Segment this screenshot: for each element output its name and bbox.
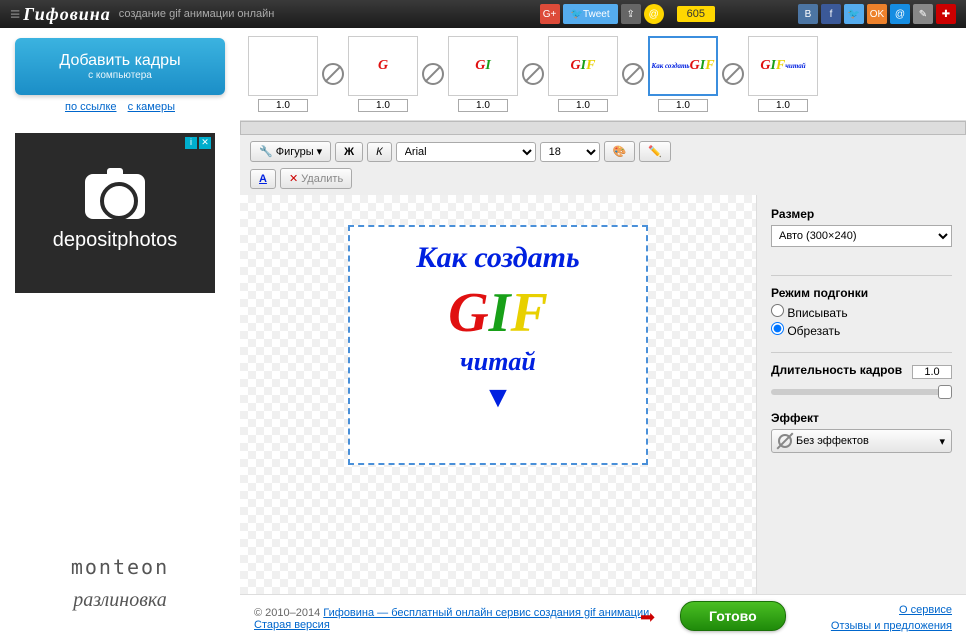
frame-transition-icon[interactable] <box>522 63 544 85</box>
header: Гифовина создание gif анимации онлайн G+… <box>0 0 966 28</box>
counter-badge: 605 <box>677 6 715 22</box>
fill-color-button[interactable]: 🎨 <box>604 141 636 162</box>
settings-panel: Размер Авто (300×240) Режим подгонки Впи… <box>756 195 966 594</box>
about-link[interactable]: О сервисе <box>899 604 952 616</box>
gplus-icon[interactable]: G+ <box>540 4 560 24</box>
canvas[interactable]: Как создать GIF читай ▼ <box>348 225 648 465</box>
feedback-link[interactable]: Отзывы и предложения <box>831 620 952 632</box>
facebook-icon[interactable]: f <box>821 4 841 24</box>
ok-icon[interactable]: OK <box>867 4 887 24</box>
frame-transition-icon[interactable] <box>722 63 744 85</box>
size-label: Размер <box>771 207 952 221</box>
frame-transition-icon[interactable] <box>422 63 444 85</box>
duration-label: Длительность кадров <box>771 363 902 377</box>
canvas-text-line3[interactable]: читай <box>360 347 636 377</box>
frame-duration-input[interactable] <box>258 99 308 112</box>
lj-icon[interactable]: ✎ <box>913 4 933 24</box>
frame-transition-icon[interactable] <box>322 63 344 85</box>
add-from-camera-link[interactable]: с камеры <box>128 101 175 113</box>
frame-duration-input[interactable] <box>658 99 708 112</box>
frames-scrollbar[interactable] <box>240 121 966 135</box>
ad-close-icon[interactable]: ✕ <box>199 137 211 149</box>
canvas-area[interactable]: Как создать GIF читай ▼ <box>240 195 756 594</box>
delete-button[interactable]: ✕ Удалить <box>280 168 352 189</box>
frame-4[interactable]: Как создатьGIF <box>648 36 718 112</box>
done-button[interactable]: Готово <box>680 601 786 631</box>
toolbar: 🔧 Фигуры ▾ Ж К Arial 18 🎨 ✏️ <box>240 135 966 168</box>
bookmark-icon[interactable]: ✚ <box>936 4 956 24</box>
add-sublinks: по ссылке с камеры <box>15 101 225 113</box>
italic-button[interactable]: К <box>367 142 391 162</box>
bold-button[interactable]: Ж <box>335 142 363 162</box>
red-arrow-icon: ➡ <box>640 607 655 628</box>
font-select[interactable]: Arial <box>396 142 536 162</box>
no-effect-icon <box>778 434 792 448</box>
frame-duration-input[interactable] <box>458 99 508 112</box>
donate-icon[interactable]: @ <box>644 4 664 24</box>
vk-icon[interactable]: B <box>798 4 818 24</box>
share-icon[interactable]: ⇪ <box>621 4 641 24</box>
camera-icon <box>85 174 145 219</box>
brand-razlinovka[interactable]: разлиновка <box>15 589 225 612</box>
frame-transition-icon[interactable] <box>622 63 644 85</box>
tweet-button[interactable]: 🐦 Tweet <box>563 4 618 24</box>
frame-duration-input[interactable] <box>358 99 408 112</box>
text-color-button[interactable]: A <box>250 169 276 189</box>
old-version-link[interactable]: Старая версия <box>254 619 330 631</box>
size-select[interactable]: 18 <box>540 142 600 162</box>
twitter-icon[interactable]: 🐦 <box>844 4 864 24</box>
service-description-link[interactable]: Гифовина — бесплатный онлайн сервис созд… <box>323 607 649 619</box>
effect-label: Эффект <box>771 411 952 425</box>
size-select[interactable]: Авто (300×240) <box>771 225 952 247</box>
fit-option-fit[interactable]: Вписывать <box>771 304 952 320</box>
add-frames-button[interactable]: Добавить кадры с компьютера <box>15 38 225 95</box>
brand-monteon[interactable]: monteon <box>15 555 225 579</box>
toolbar-row2: A ✕ Удалить <box>240 168 966 195</box>
fit-option-crop[interactable]: Обрезать <box>771 322 952 338</box>
frame-5[interactable]: GIFчитай <box>748 36 818 112</box>
frame-duration-input[interactable] <box>558 99 608 112</box>
duration-input[interactable] <box>912 365 952 379</box>
frame-1[interactable]: G <box>348 36 418 112</box>
duration-slider[interactable] <box>771 389 952 395</box>
add-frames-subtitle: с компьютера <box>25 70 215 81</box>
ad-text: depositphotos <box>53 229 178 252</box>
add-frames-title: Добавить кадры <box>25 52 215 70</box>
frame-duration-input[interactable] <box>758 99 808 112</box>
frame-0[interactable] <box>248 36 318 112</box>
arrow-down-icon[interactable]: ▼ <box>360 381 636 415</box>
footer: © 2010–2014 Гифовина — бесплатный онлайн… <box>240 594 966 642</box>
tagline: создание gif анимации онлайн <box>119 8 275 20</box>
effect-select[interactable]: Без эффектов ▾ <box>771 429 952 453</box>
frames-strip: G GI GIF Как создатьGIF GIFчитай <box>240 28 966 121</box>
content: GGIGIFКак создатьGIFGIFчитай 🔧 Фигуры ▾ … <box>240 28 966 642</box>
canvas-text-line1[interactable]: Как создать <box>360 241 636 275</box>
mail-icon[interactable]: @ <box>890 4 910 24</box>
copyright: © 2010–2014 <box>254 607 323 619</box>
logo[interactable]: Гифовина <box>10 4 111 25</box>
sidebar: Добавить кадры с компьютера по ссылке с … <box>0 28 240 642</box>
shapes-button[interactable]: 🔧 Фигуры ▾ <box>250 141 331 162</box>
social-bar: G+ 🐦 Tweet ⇪ @ 605 B f 🐦 OK @ ✎ ✚ <box>540 4 957 24</box>
canvas-text-gif[interactable]: GIF <box>360 285 636 341</box>
add-by-url-link[interactable]: по ссылке <box>65 101 117 113</box>
stroke-color-button[interactable]: ✏️ <box>639 141 671 162</box>
adchoices-icon[interactable]: i <box>185 137 197 149</box>
ad-banner[interactable]: i✕ depositphotos <box>15 133 215 293</box>
frame-2[interactable]: GI <box>448 36 518 112</box>
frame-3[interactable]: GIF <box>548 36 618 112</box>
fit-mode-label: Режим подгонки <box>771 286 952 300</box>
